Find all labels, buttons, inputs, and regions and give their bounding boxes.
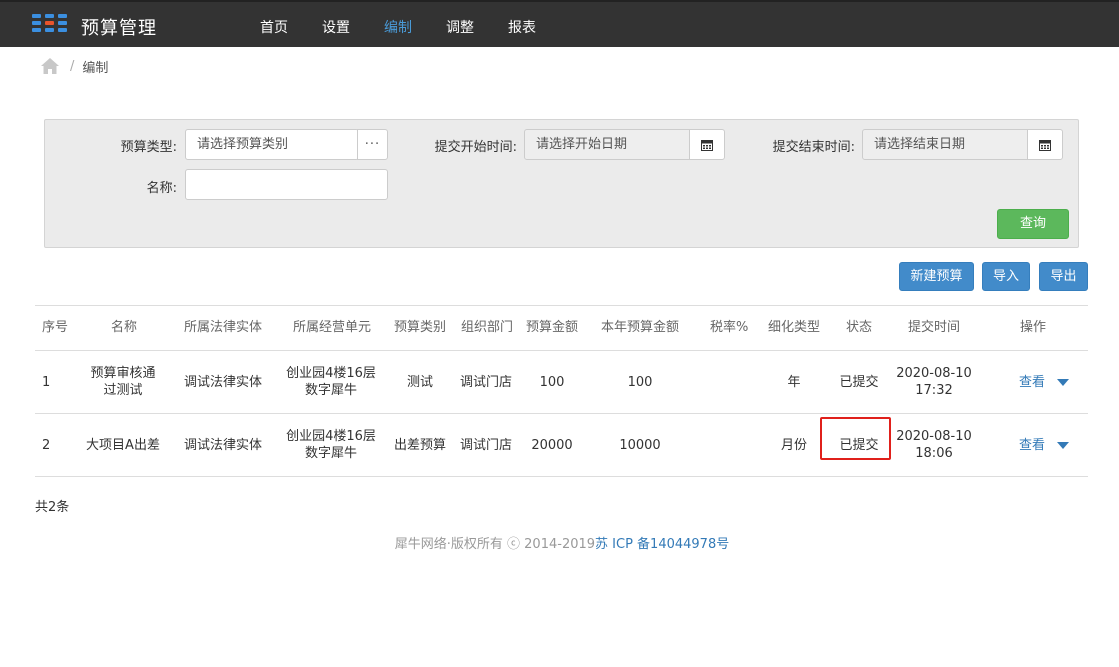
nav-item-home[interactable]: 首页 [243, 0, 305, 47]
header-name: 名称 [111, 320, 138, 335]
cell-year-amount: 10000 [619, 437, 661, 453]
cell-amount: 100 [539, 374, 565, 390]
cell-business-unit: 创业园4楼16层 数字犀牛 [279, 351, 383, 413]
top-navbar: 预算管理 首页 设置 编制 调整 报表 [0, 0, 1119, 47]
cell-unit-line2: 数字犀牛 [304, 383, 357, 398]
end-date-label: 提交结束时间: [772, 140, 855, 155]
end-date-input[interactable]: 请选择结束日期 [862, 129, 1029, 160]
status-highlight-box [820, 417, 891, 460]
cell-time: 17:32 [915, 383, 953, 398]
cell-unit-line1: 创业园4楼16层 [286, 366, 376, 381]
cell-name-line1: 预算审核通 [90, 366, 156, 381]
name-input[interactable] [185, 169, 388, 200]
cell-category: 测试 [406, 374, 433, 390]
cell-legal-entity: 调试法律实体 [183, 437, 262, 453]
start-date-label: 提交开始时间: [434, 140, 517, 155]
table-row: 2 大项目A出差 调试法律实体 创业园4楼16层 数字犀牛 出差预算 调试门店 … [35, 414, 1088, 477]
new-budget-button[interactable]: 新建预算 [899, 262, 974, 291]
nav-item-settings[interactable]: 设置 [305, 0, 367, 47]
cell-submit-time: 2020-08-10 18:06 [893, 414, 975, 476]
cell-index: 2 [42, 437, 51, 453]
import-button[interactable]: 导入 [982, 262, 1030, 291]
cell-business-unit: 创业园4楼16层 数字犀牛 [279, 414, 383, 476]
header-submit-time: 提交时间 [908, 320, 961, 335]
cell-status: 已提交 [839, 374, 879, 390]
calendar-icon [1039, 139, 1051, 151]
cell-name: 大项目A出差 [81, 414, 165, 476]
footer-icp-link[interactable]: 苏 ICP 备14044978号 [595, 537, 729, 552]
table-row: 1 预算审核通 过测试 调试法律实体 创业园4楼16层 数字犀牛 测试 调试门店… [35, 351, 1088, 414]
search-panel: 预算类型: 请选择预算类别 ··· 提交开始时间: 请选择开始日期 提交结束时间… [44, 119, 1079, 248]
name-label: 名称: [146, 181, 177, 196]
budget-type-picker-button[interactable]: ··· [357, 129, 388, 160]
header-tax-rate: 税率% [710, 320, 749, 335]
header-department: 组织部门 [461, 320, 514, 335]
header-index: 序号 [42, 320, 69, 335]
cell-date: 2020-08-10 [896, 366, 972, 381]
cell-index: 1 [42, 374, 51, 390]
cell-legal-entity: 调试法律实体 [183, 374, 262, 390]
header-actions: 操作 [1020, 320, 1047, 335]
header-business-unit: 所属经营单元 [293, 320, 372, 335]
header-status: 状态 [846, 320, 873, 335]
cell-submit-time: 2020-08-10 17:32 [893, 351, 975, 413]
caret-down-icon[interactable] [1057, 378, 1070, 386]
table-header: 序号 名称 所属法律实体 所属经营单元 预算类别 组织部门 预算金额 本年预算金… [35, 305, 1088, 351]
cell-amount: 20000 [531, 437, 573, 453]
view-link[interactable]: 查看 [1019, 437, 1045, 454]
caret-down-icon[interactable] [1057, 441, 1070, 449]
view-link[interactable]: 查看 [1019, 374, 1045, 391]
total-count: 共2条 [35, 500, 70, 515]
cell-unit-line2: 数字犀牛 [304, 446, 357, 461]
nav-item-adjust[interactable]: 调整 [429, 0, 491, 47]
budget-type-label: 预算类型: [120, 140, 177, 155]
cell-date: 2020-08-10 [896, 429, 972, 444]
breadcrumb-current: 编制 [82, 60, 109, 76]
logo-grid-icon [32, 14, 68, 32]
cell-actions: 查看 [1019, 351, 1088, 413]
breadcrumb-separator: / [70, 58, 75, 74]
calendar-icon [701, 139, 713, 151]
start-date-calendar-button[interactable] [689, 129, 725, 160]
cell-department: 调试门店 [459, 374, 512, 390]
cell-category: 出差预算 [393, 437, 446, 453]
cell-actions: 查看 [1019, 414, 1088, 476]
cell-tax-rate [703, 414, 753, 476]
main-nav: 首页 设置 编制 调整 报表 [243, 0, 553, 47]
header-year-amount: 本年预算金额 [601, 320, 680, 335]
cell-detail-type: 年 [787, 374, 801, 390]
cell-detail-type: 月份 [780, 437, 807, 453]
footer: 犀牛网络·版权所有 ⓒ 2014-2019苏 ICP 备14044978号 [0, 533, 1119, 552]
app-title: 预算管理 [81, 18, 157, 39]
cell-time: 18:06 [915, 446, 953, 461]
export-button[interactable]: 导出 [1039, 262, 1088, 291]
navbar-top-border [0, 0, 1119, 2]
home-icon[interactable] [40, 57, 60, 75]
header-detail-type: 细化类型 [768, 320, 821, 335]
header-amount: 预算金额 [526, 320, 579, 335]
cell-year-amount: 100 [627, 374, 653, 390]
header-legal-entity: 所属法律实体 [184, 320, 263, 335]
cell-name: 预算审核通 过测试 [81, 351, 165, 413]
query-button[interactable]: 查询 [997, 209, 1069, 239]
cell-name-line2: 过测试 [103, 383, 143, 398]
cell-department: 调试门店 [459, 437, 512, 453]
budget-type-input[interactable]: 请选择预算类别 [185, 129, 359, 160]
cell-tax-rate [703, 351, 753, 413]
end-date-calendar-button[interactable] [1027, 129, 1063, 160]
nav-item-reports[interactable]: 报表 [491, 0, 553, 47]
nav-item-compile[interactable]: 编制 [367, 0, 429, 47]
footer-copyright: 犀牛网络·版权所有 ⓒ 2014-2019 [394, 537, 596, 552]
cell-unit-line1: 创业园4楼16层 [286, 429, 376, 444]
header-category: 预算类别 [394, 320, 447, 335]
start-date-input[interactable]: 请选择开始日期 [524, 129, 691, 160]
breadcrumb: / 编制 [40, 56, 108, 76]
cell-name-line1: 大项目A出差 [86, 437, 160, 453]
